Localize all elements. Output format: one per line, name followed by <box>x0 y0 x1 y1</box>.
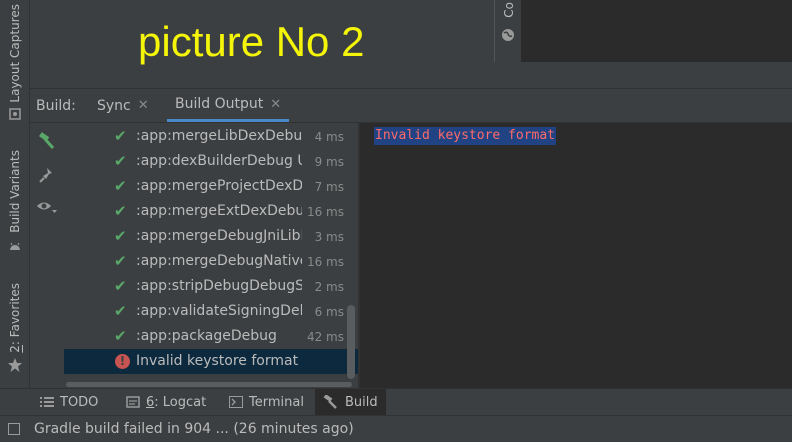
checkmark-icon: ✔ <box>114 152 127 170</box>
task-time: 4 ms <box>314 130 344 144</box>
build-tool-header: Build: Sync ✕ Build Output ✕ <box>30 88 792 123</box>
window-icon[interactable] <box>8 423 20 435</box>
tree-row[interactable]: ✔ :app:mergeProjectDexDe 7 ms <box>64 174 358 199</box>
task-name: :app:mergeExtDexDebu <box>136 203 302 219</box>
tab-build-output-label: Build Output <box>175 96 264 112</box>
task-name: :app:dexBuilderDebug UI <box>136 153 302 169</box>
task-name: :app:mergeLibDexDebug <box>136 128 302 144</box>
tab-logcat[interactable]: 6: Logcat <box>126 389 206 415</box>
checkmark-icon: ✔ <box>114 302 127 320</box>
tab-sync[interactable]: Sync ✕ <box>97 89 149 122</box>
eye-icon[interactable] <box>35 195 59 219</box>
right-tool-strip: Co <box>494 0 523 62</box>
layout-captures-icon <box>8 107 21 120</box>
build-label: Build: <box>36 98 76 114</box>
tree-row[interactable]: ✔ :app:mergeLibDexDebug 4 ms <box>64 124 358 149</box>
tab-build-output[interactable]: Build Output ✕ <box>167 89 290 122</box>
task-name: :app:validateSigningDebu <box>136 303 302 319</box>
hammer-icon <box>323 395 339 409</box>
favorites-label: 2: Favorites <box>7 283 22 353</box>
checkmark-icon: ✔ <box>114 227 127 245</box>
checkmark-icon: ✔ <box>114 277 127 295</box>
error-icon: ! <box>115 354 130 369</box>
build-toolbar <box>30 123 65 388</box>
pin-icon[interactable] <box>35 163 59 187</box>
tree-row[interactable]: ✔ :app:mergeExtDexDebu 16 ms <box>64 199 358 224</box>
close-icon[interactable]: ✕ <box>138 98 149 113</box>
tab-sync-label: Sync <box>97 97 131 114</box>
build-output-console[interactable]: Invalid keystore format <box>360 123 792 388</box>
build-variants-tab[interactable]: Build Variants <box>0 150 29 253</box>
tree-scrollbar[interactable] <box>347 305 355 379</box>
terminal-icon <box>229 396 243 408</box>
tree-row[interactable]: ✔ :app:mergeDebugJniLibF 3 ms <box>64 224 358 249</box>
build-variants-label: Build Variants <box>7 150 22 233</box>
tree-row[interactable]: ✔ :app:mergeDebugNative 16 ms <box>64 249 358 274</box>
tree-horizontal-scrollbar[interactable] <box>64 381 358 388</box>
output-error-line[interactable]: Invalid keystore format <box>374 127 557 145</box>
checkmark-icon: ✔ <box>114 127 127 145</box>
android-icon <box>9 242 20 250</box>
tree-row-error[interactable]: ! Invalid keystore format <box>64 349 358 374</box>
horizontal-scroll-thumb[interactable] <box>66 382 352 387</box>
tab-build-label: Build <box>345 394 378 410</box>
logcat-icon <box>126 396 140 408</box>
favorites-tab[interactable]: 2: Favorites <box>0 283 29 373</box>
tab-terminal-label: Terminal <box>249 394 304 410</box>
left-tool-strip: Layout Captures Build Variants 2: Favori… <box>0 0 30 388</box>
checkmark-icon: ✔ <box>114 252 127 270</box>
close-icon[interactable]: ✕ <box>270 97 281 112</box>
task-time: 9 ms <box>314 155 344 169</box>
task-time: 6 ms <box>314 305 344 319</box>
checkmark-icon: ✔ <box>114 327 127 345</box>
task-time: 16 ms <box>306 255 344 269</box>
task-name: :app:mergeDebugJniLibF <box>136 228 302 244</box>
tab-build[interactable]: Build <box>315 389 386 415</box>
tab-todo[interactable]: TODO <box>40 389 98 415</box>
tab-terminal[interactable]: Terminal <box>229 389 304 415</box>
task-name: :app:packageDebug <box>136 328 277 344</box>
status-bar: Gradle build failed in 904 ... (26 minut… <box>0 415 792 442</box>
list-icon <box>40 396 54 408</box>
task-time: 3 ms <box>314 230 344 244</box>
right-strip-label[interactable]: Co <box>502 2 516 18</box>
task-time: 16 ms <box>306 205 344 219</box>
hammer-icon[interactable] <box>35 129 59 153</box>
error-name: Invalid keystore format <box>136 353 299 369</box>
globe-icon[interactable] <box>501 28 515 42</box>
layout-captures-label: Layout Captures <box>7 4 22 103</box>
task-time: 42 ms <box>306 330 344 344</box>
task-name: :app:mergeDebugNative <box>136 253 302 269</box>
layout-captures-tab[interactable]: Layout Captures <box>0 4 29 121</box>
bottom-tool-tabs: TODO 6: Logcat Terminal Build <box>0 388 792 415</box>
tab-todo-label: TODO <box>60 394 99 410</box>
picture-title: picture No 2 <box>138 18 365 65</box>
status-text[interactable]: Gradle build failed in 904 ... (26 minut… <box>34 421 354 437</box>
task-name: :app:stripDebugDebugSy <box>136 278 302 294</box>
checkmark-icon: ✔ <box>114 202 127 220</box>
checkmark-icon: ✔ <box>114 177 127 195</box>
build-tree: ✔ :app:mergeLibDexDebug 4 ms ✔ :app:dexB… <box>64 123 358 381</box>
tree-row[interactable]: ✔ :app:packageDebug 42 ms <box>64 324 358 349</box>
star-icon <box>7 357 22 372</box>
task-time: 2 ms <box>314 280 344 294</box>
tree-row[interactable]: ✔ :app:dexBuilderDebug UI 9 ms <box>64 149 358 174</box>
tree-row[interactable]: ✔ :app:stripDebugDebugSy 2 ms <box>64 274 358 299</box>
tab-logcat-label: 6: Logcat <box>146 394 207 410</box>
task-time: 7 ms <box>314 180 344 194</box>
tree-row[interactable]: ✔ :app:validateSigningDebu 6 ms <box>64 299 358 324</box>
right-panel <box>521 0 792 62</box>
task-name: :app:mergeProjectDexDe <box>136 178 302 194</box>
right-panel-footer <box>494 62 792 88</box>
